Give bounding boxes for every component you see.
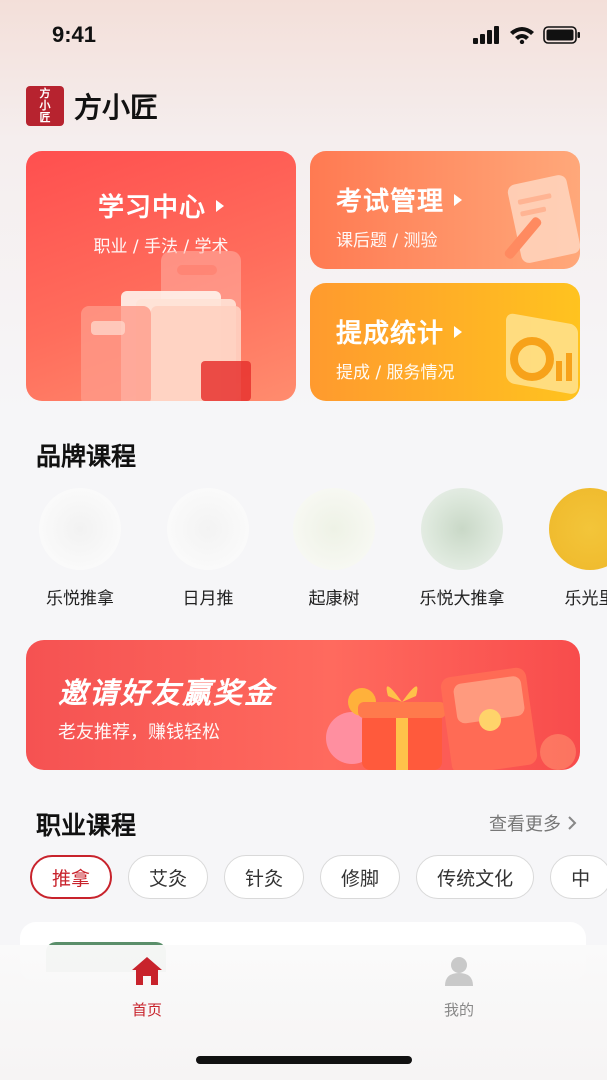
brand-name: 起康树 xyxy=(308,589,360,609)
category-tab[interactable]: 针灸 xyxy=(224,855,305,899)
commission-stats-subtitle: 提成 / 服务情况 xyxy=(336,363,455,383)
app-header: 方 小 匠 方小匠 xyxy=(26,86,158,126)
home-icon xyxy=(132,957,162,985)
learning-center-card[interactable]: 学习中心 职业 / 手法 / 学术 xyxy=(26,151,296,401)
user-icon xyxy=(445,957,473,986)
view-more-label: 查看更多 xyxy=(489,814,561,835)
brand-name: 乐悦推拿 xyxy=(46,589,114,609)
commission-stats-title-text: 提成统计 xyxy=(336,319,445,349)
status-bar: 9:41 xyxy=(0,0,607,74)
app-logo: 方 小 匠 xyxy=(26,86,64,126)
battery-icon xyxy=(543,26,580,44)
career-courses-title: 职业课程 xyxy=(36,811,137,840)
brand-name: 乐悦大推拿 xyxy=(419,589,505,609)
brand-courses-list: 乐悦推拿 日月推 起康树 乐悦大推拿 乐光里 xyxy=(36,488,607,609)
arrow-right-icon xyxy=(454,193,463,206)
exam-management-title-text: 考试管理 xyxy=(336,187,445,217)
brand-item[interactable]: 乐悦大推拿 xyxy=(412,488,512,609)
document-pen-icon xyxy=(504,175,580,263)
brand-courses-title: 品牌课程 xyxy=(36,442,137,471)
logo-char: 匠 xyxy=(39,111,51,124)
brand-item[interactable]: 起康树 xyxy=(284,488,384,609)
brand-name: 乐光里 xyxy=(564,589,607,609)
chevron-right-icon xyxy=(568,816,577,830)
brand-item[interactable]: 日月推 xyxy=(158,488,258,609)
brand-avatar xyxy=(549,488,607,570)
category-tab[interactable]: 推拿 xyxy=(30,855,113,899)
app-title: 方小匠 xyxy=(74,91,159,124)
tab-home-label: 首页 xyxy=(131,1001,162,1019)
wifi-icon xyxy=(510,27,534,44)
arrow-right-icon xyxy=(216,199,224,212)
category-tab[interactable]: 中 xyxy=(550,855,607,899)
home-indicator xyxy=(196,1056,412,1064)
gift-red-envelope-icon xyxy=(326,667,576,770)
category-tab[interactable]: 修脚 xyxy=(320,855,401,899)
career-category-tabs: 推拿 艾灸 针灸 修脚 传统文化 中 xyxy=(30,855,607,899)
cellular-signal-icon xyxy=(473,26,499,44)
banner-title: 邀请好友赢奖金 xyxy=(58,676,276,710)
chart-board-icon xyxy=(506,313,578,394)
banner-subtitle: 老友推荐，赚钱轻松 xyxy=(58,722,220,743)
view-more-link[interactable]: 查看更多 xyxy=(489,810,577,836)
learning-center-title-text: 学习中心 xyxy=(97,193,206,223)
brand-avatar xyxy=(39,488,121,570)
status-icons xyxy=(473,26,581,44)
status-time: 9:41 xyxy=(52,22,97,47)
exam-management-subtitle: 课后题 / 测验 xyxy=(336,231,438,251)
brand-item[interactable]: 乐悦推拿 xyxy=(30,488,130,609)
brand-avatar xyxy=(421,488,503,570)
exam-management-title: 考试管理 xyxy=(336,181,463,218)
commission-stats-card[interactable]: 提成统计 提成 / 服务情况 xyxy=(310,283,580,401)
folder-illustration-icon xyxy=(81,251,251,401)
tab-mine-label: 我的 xyxy=(443,1001,474,1019)
brand-avatar xyxy=(167,488,249,570)
learning-center-title: 学习中心 xyxy=(98,187,224,224)
brand-item[interactable]: 乐光里 xyxy=(540,488,607,609)
tab-mine[interactable]: 我的 xyxy=(419,955,499,1020)
brand-avatar xyxy=(293,488,375,570)
arrow-right-icon xyxy=(454,325,463,338)
brand-name: 日月推 xyxy=(182,589,234,609)
commission-stats-title: 提成统计 xyxy=(336,313,463,350)
invite-friends-banner[interactable]: 邀请好友赢奖金 老友推荐，赚钱轻松 xyxy=(26,640,580,770)
category-tab[interactable]: 传统文化 xyxy=(416,855,535,899)
exam-management-card[interactable]: 考试管理 课后题 / 测验 xyxy=(310,151,580,269)
tab-home[interactable]: 首页 xyxy=(107,955,187,1020)
category-tab[interactable]: 艾灸 xyxy=(128,855,209,899)
